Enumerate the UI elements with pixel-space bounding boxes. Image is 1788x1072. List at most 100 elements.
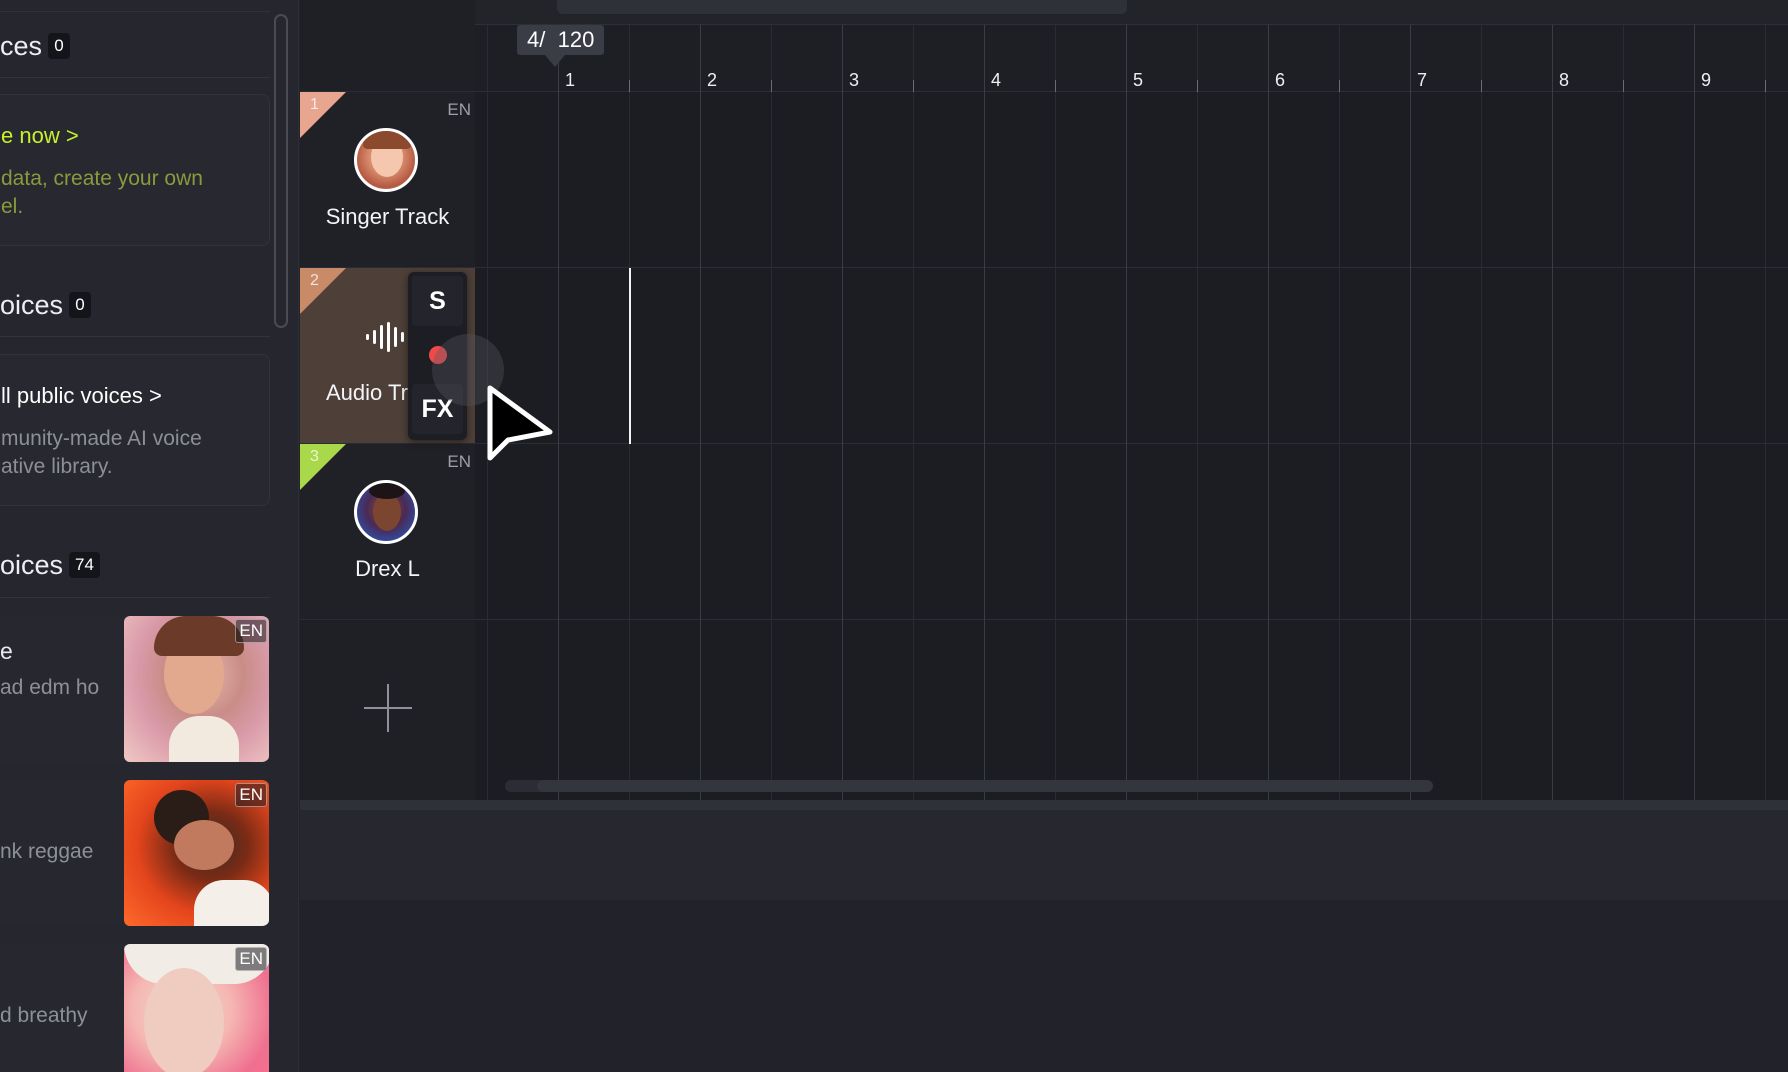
track-lane-1[interactable]: [475, 92, 1788, 268]
singer-avatar: [354, 480, 418, 544]
voice-library-panel: ces 0 e now > data, create your own el. …: [0, 0, 299, 1072]
voice-card[interactable]: d breathy EN: [0, 944, 270, 1072]
voice-language-badge: EN: [235, 783, 267, 807]
grid-line: [1339, 25, 1340, 800]
bar-number-label: 5: [1133, 70, 1144, 90]
bar-line: [700, 25, 701, 800]
ruler-tick: [771, 80, 772, 92]
voice-language-badge: EN: [235, 947, 267, 971]
add-track-area: [300, 620, 475, 800]
ruler-tick: [1481, 80, 1482, 92]
portrait-face: [144, 968, 224, 1072]
track-name[interactable]: Singer Track: [300, 204, 475, 230]
bar-number-label: 1: [565, 70, 576, 90]
all-voices-title: oices: [0, 549, 64, 580]
track-header-top: [300, 0, 475, 92]
divider: [0, 597, 270, 598]
timeline-grid[interactable]: 1 2 3 4 5 6 7 8 9 4/ 120: [475, 0, 1788, 800]
mouse-pointer-icon: [487, 385, 553, 461]
grid-line: [1481, 25, 1482, 800]
voice-language-badge: EN: [235, 619, 267, 643]
bar-line: [1694, 25, 1695, 800]
grid-line: [771, 25, 772, 800]
add-track-plus-icon[interactable]: [364, 684, 412, 732]
playhead-marker-icon[interactable]: [545, 55, 565, 67]
track-lane-3[interactable]: [475, 444, 1788, 620]
grid-line: [1765, 25, 1766, 800]
bar-number-label: 7: [1417, 70, 1428, 90]
desc-line: data, create your own: [1, 167, 203, 190]
app-window: ces 0 e now > data, create your own el. …: [0, 0, 1788, 1072]
desc-line: ative library.: [1, 455, 113, 478]
audio-waveform-icon: [366, 322, 404, 352]
track-number: 3: [310, 448, 319, 465]
ruler-tick: [1765, 80, 1766, 92]
create-voice-card[interactable]: e now > data, create your own el.: [0, 94, 270, 246]
tempo-time-signature-badge[interactable]: 4/ 120: [517, 25, 605, 55]
bar-number-label: 3: [849, 70, 860, 90]
public-voices-header: oices 0: [0, 285, 92, 325]
time-signature: 4/: [527, 27, 546, 52]
panel-divider-handle[interactable]: [300, 800, 1788, 810]
loop-region-bar[interactable]: [557, 0, 1127, 14]
track-color-tab: [300, 444, 346, 490]
portrait-shirt: [194, 880, 269, 926]
grid-line: [913, 25, 914, 800]
desc-line: munity-made AI voice: [1, 427, 202, 450]
all-voices-count: 74: [69, 552, 100, 578]
my-voices-header: ces 0: [0, 26, 71, 66]
voice-tags: d breathy: [0, 1004, 88, 1027]
voice-thumbnail: EN: [124, 616, 269, 762]
avatar-hair: [369, 483, 405, 499]
voice-thumbnail: EN: [124, 944, 269, 1072]
bar-number-label: 9: [1701, 70, 1712, 90]
panel-top-divider: [0, 11, 270, 12]
grid-line: [1197, 25, 1198, 800]
public-voices-link[interactable]: ll public voices >: [1, 383, 162, 409]
create-voice-description: data, create your own el.: [1, 165, 271, 221]
bar-line: [984, 25, 985, 800]
insert-cursor-line: [629, 268, 631, 444]
ruler-tick: [1197, 80, 1198, 92]
desc-line: el.: [1, 195, 24, 218]
singer-avatar: [354, 128, 418, 192]
ruler-tick: [1055, 80, 1056, 92]
grid-line: [1055, 25, 1056, 800]
bar-number-label: 2: [707, 70, 718, 90]
track-color-tab: [300, 92, 346, 138]
track-header-singer[interactable]: 1 EN Singer Track: [300, 92, 475, 268]
track-language: EN: [447, 452, 471, 471]
bar-line: [1410, 25, 1411, 800]
ruler-tick: [629, 80, 630, 92]
track-language: EN: [447, 100, 471, 119]
ruler-tick: [1339, 80, 1340, 92]
voice-panel-scrollbar[interactable]: [274, 14, 288, 328]
voice-title: e: [0, 638, 13, 664]
divider: [0, 336, 270, 337]
public-voices-card[interactable]: ll public voices > munity-made AI voice …: [0, 354, 270, 506]
tempo-value: 120: [557, 27, 595, 52]
horizontal-scrollbar-thumb[interactable]: [537, 780, 1433, 792]
bar-number-label: 8: [1559, 70, 1570, 90]
bar-line: [842, 25, 843, 800]
track-header-drex[interactable]: 3 EN Drex L: [300, 444, 475, 620]
bottom-panel-body: [300, 900, 1788, 1072]
bar-number-label: 6: [1275, 70, 1286, 90]
public-voices-description: munity-made AI voice ative library.: [1, 425, 271, 481]
divider: [0, 77, 270, 78]
voice-card[interactable]: nk reggae EN: [0, 780, 270, 926]
portrait-face: [174, 820, 234, 870]
public-voices-count: 0: [69, 292, 92, 318]
track-name[interactable]: Drex L: [300, 556, 475, 582]
track-lane-2[interactable]: [475, 268, 1788, 444]
public-voices-title: oices: [0, 289, 64, 320]
solo-button[interactable]: S: [412, 276, 463, 326]
voice-thumbnail: EN: [124, 780, 269, 926]
my-voices-title: ces: [0, 30, 43, 61]
bottom-panel-header: [300, 810, 1788, 900]
voice-tags: ad edm ho: [0, 676, 100, 699]
bar-line: [1552, 25, 1553, 800]
create-voice-link[interactable]: e now >: [1, 123, 79, 149]
horizontal-scrollbar[interactable]: [505, 780, 1433, 792]
voice-card[interactable]: e ad edm ho EN: [0, 616, 270, 762]
